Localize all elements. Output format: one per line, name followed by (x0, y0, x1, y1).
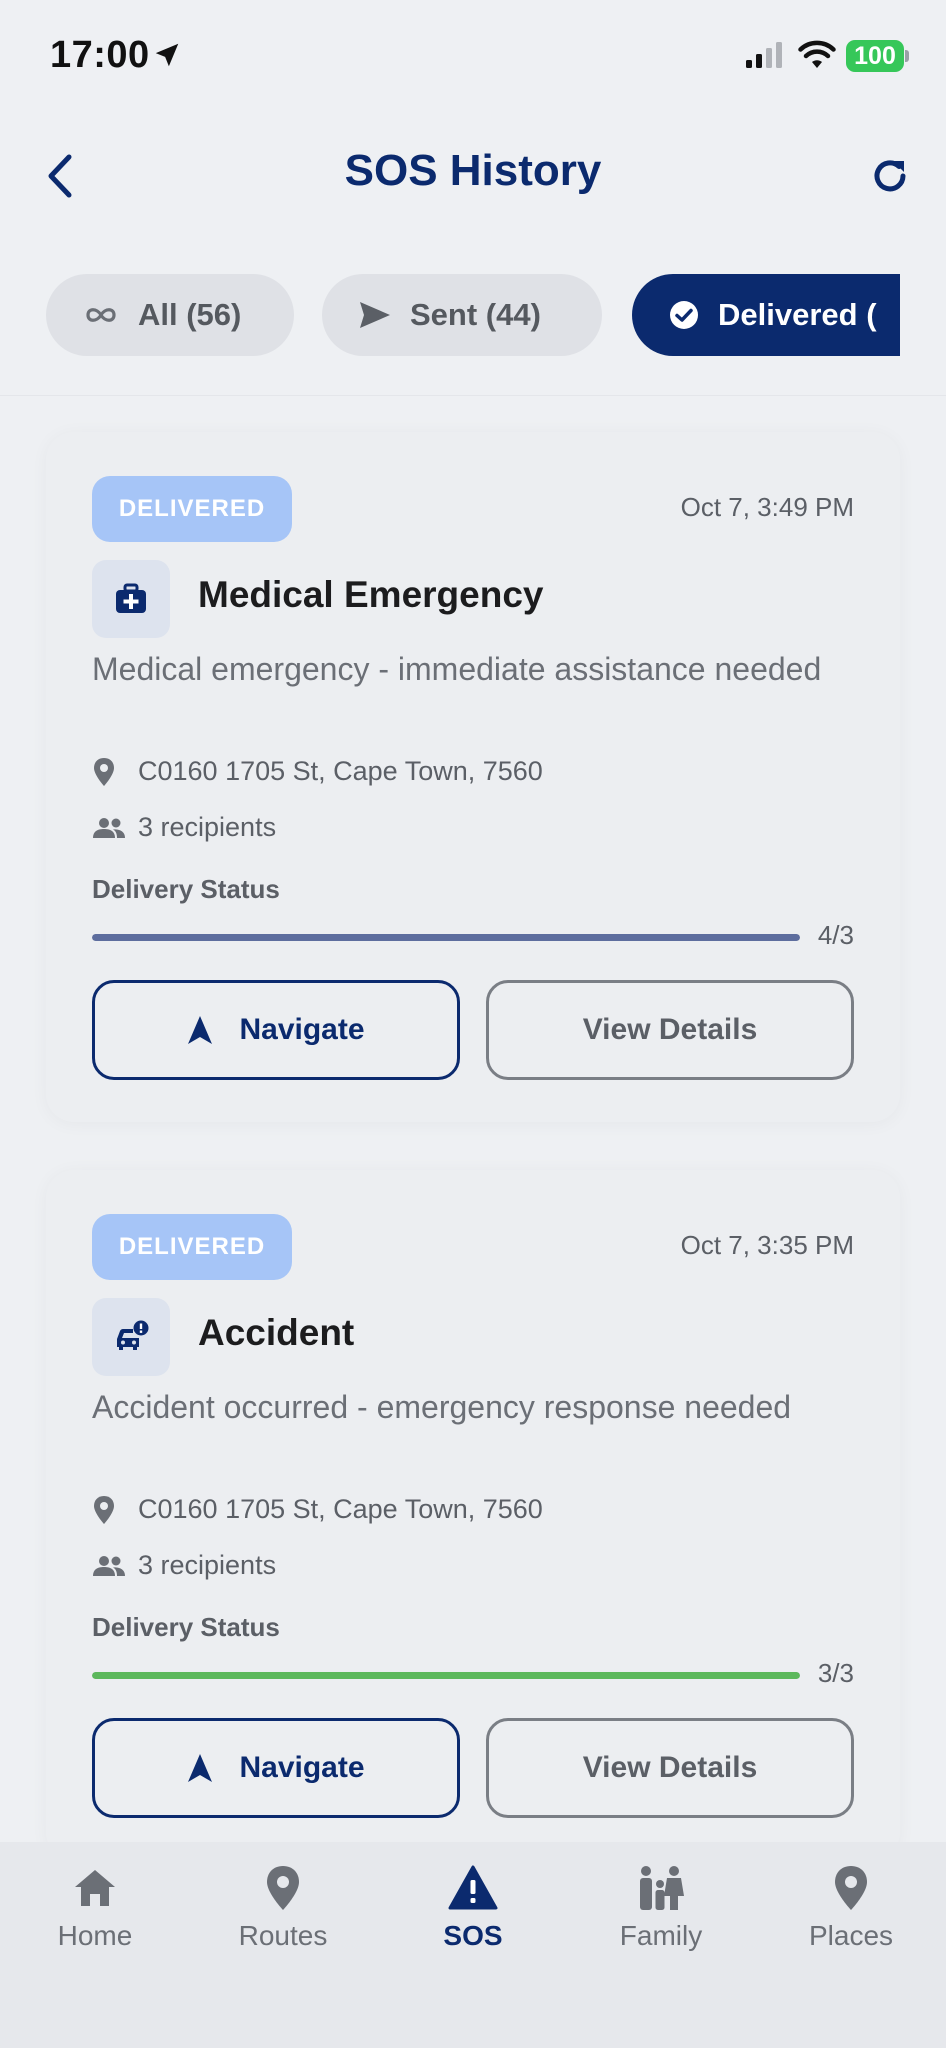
status-badge: DELIVERED (92, 1214, 292, 1280)
view-details-label: View Details (582, 1751, 758, 1784)
battery-indicator: 100 (846, 40, 904, 72)
tab-label: Family (619, 1920, 703, 1951)
delivery-status-label: Delivery Status (92, 874, 280, 904)
navigation-arrow-icon (188, 1754, 213, 1782)
filter-chip-delivered[interactable]: Delivered ( (632, 274, 900, 356)
emergency-type-title: Medical Emergency (198, 574, 544, 615)
address-row: C0160 1705 St, Cape Town, 7560 (92, 756, 543, 787)
delivery-progress-bar (92, 934, 800, 941)
status-time: 17:00 (50, 34, 150, 76)
tab-routes[interactable]: Routes (208, 1864, 358, 1952)
divider (0, 395, 946, 396)
tab-label: SOS (443, 1920, 503, 1951)
infinity-icon (86, 308, 116, 322)
delivery-progress-fill (92, 1672, 800, 1679)
location-pin-icon (92, 757, 128, 787)
medical-kit-icon (92, 560, 170, 638)
people-icon (92, 1555, 128, 1577)
status-badge: DELIVERED (92, 476, 292, 542)
location-arrow-icon (152, 40, 182, 75)
address-row: C0160 1705 St, Cape Town, 7560 (92, 1494, 543, 1525)
home-icon (75, 1870, 115, 1906)
send-icon (360, 302, 390, 328)
filter-chip-all[interactable]: All (56) (46, 274, 294, 356)
car-accident-icon (92, 1298, 170, 1376)
filter-chip-label: Sent (44) (410, 297, 541, 332)
tab-home[interactable]: Home (20, 1864, 170, 1952)
tab-label: Places (808, 1920, 894, 1951)
delivery-progress-fill (92, 934, 800, 941)
tab-label: Routes (238, 1920, 328, 1951)
status-bar: 17:00 100 (0, 0, 946, 112)
delivery-status-label: Delivery Status (92, 1612, 280, 1642)
recipients-row: 3 recipients (92, 1550, 276, 1581)
tab-places[interactable]: Places (776, 1864, 926, 1952)
filter-chip-label: All (56) (138, 297, 242, 332)
emergency-type-title: Accident (198, 1312, 355, 1353)
family-icon (640, 1866, 684, 1910)
delivery-progress-bar (92, 1672, 800, 1679)
people-icon (92, 817, 128, 839)
recipients-row: 3 recipients (92, 812, 276, 843)
timestamp: Oct 7, 3:35 PM (680, 1230, 854, 1260)
timestamp: Oct 7, 3:49 PM (680, 492, 854, 522)
location-pin-icon (267, 1866, 299, 1910)
emergency-description: Medical emergency - immediate assistance… (92, 651, 822, 687)
refresh-button[interactable] (860, 146, 920, 206)
refresh-icon (874, 160, 906, 192)
delivery-count: 4/3 (817, 920, 854, 950)
view-details-button[interactable]: View Details (486, 1718, 854, 1818)
location-pin-icon (92, 1495, 128, 1525)
navigation-arrow-icon (188, 1016, 213, 1044)
delivery-count: 3/3 (817, 1658, 854, 1688)
header: SOS History (0, 112, 946, 242)
navigate-label: Navigate (239, 1013, 365, 1046)
warning-triangle-icon (448, 1865, 498, 1910)
filter-chip-sent[interactable]: Sent (44) (322, 274, 602, 356)
recipients-text: 3 recipients (138, 1550, 277, 1580)
filter-chip-label: Delivered ( (718, 297, 877, 332)
tab-family[interactable]: Family (586, 1864, 736, 1952)
check-circle-icon (670, 301, 698, 329)
recipients-text: 3 recipients (138, 812, 277, 842)
wifi-icon (798, 40, 836, 75)
emergency-description: Accident occurred - emergency response n… (92, 1389, 792, 1425)
tab-label: Home (57, 1920, 133, 1951)
view-details-label: View Details (582, 1013, 758, 1046)
sos-history-card: DELIVERED Oct 7, 3:49 PM Medical Emergen… (46, 432, 900, 1122)
location-pin-icon (835, 1866, 867, 1910)
address-text: C0160 1705 St, Cape Town, 7560 (138, 756, 543, 786)
address-text: C0160 1705 St, Cape Town, 7560 (138, 1494, 543, 1524)
page-title: SOS History (344, 146, 602, 195)
navigate-button[interactable]: Navigate (92, 1718, 460, 1818)
navigate-button[interactable]: Navigate (92, 980, 460, 1080)
view-details-button[interactable]: View Details (486, 980, 854, 1080)
filter-chip-row: All (56) Sent (44) Delivered ( (0, 272, 900, 358)
tab-sos[interactable]: SOS (398, 1864, 548, 1952)
bottom-tab-bar: Home Routes SOS Family Places (0, 1842, 946, 2048)
cellular-signal-icon (746, 42, 786, 73)
navigate-label: Navigate (239, 1751, 365, 1784)
battery-nub (905, 50, 909, 62)
sos-history-card: DELIVERED Oct 7, 3:35 PM Accident Accide… (46, 1170, 900, 1860)
